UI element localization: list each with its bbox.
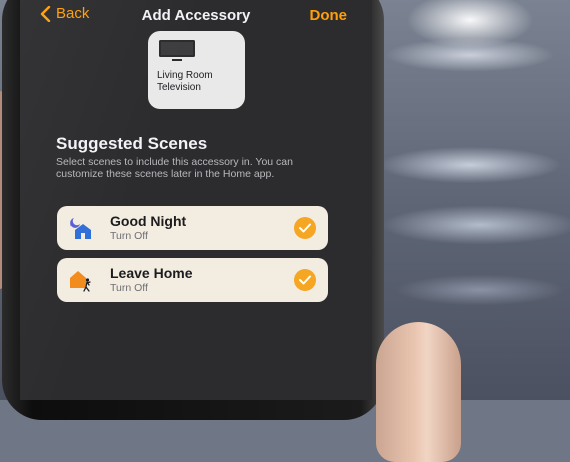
scene-status: Turn Off: [110, 282, 148, 294]
navigation-bar: Back Add Accessory Done: [20, 3, 372, 33]
done-button[interactable]: Done: [310, 7, 348, 24]
suggested-scenes-heading: Suggested Scenes: [56, 134, 208, 153]
leave-home-icon: [70, 271, 91, 292]
right-finger: [376, 322, 461, 462]
phone-screen: Back Add Accessory Done Living Room Tele…: [20, 0, 372, 400]
accessory-tile[interactable]: Living Room Television: [148, 31, 245, 109]
tv-icon: [159, 40, 195, 61]
add-accessory-sheet: Back Add Accessory Done Living Room Tele…: [20, 0, 372, 400]
scene-status: Turn Off: [110, 230, 148, 242]
scene-good-night[interactable]: Good Night Turn Off: [57, 206, 328, 250]
checkmark-icon[interactable]: [294, 269, 316, 291]
suggested-scenes-description: Select scenes to include this accessory …: [56, 156, 293, 180]
scene-name: Good Night: [110, 213, 187, 229]
checkmark-icon[interactable]: [294, 217, 316, 239]
good-night-icon: [70, 218, 91, 239]
phone-body: Back Add Accessory Done Living Room Tele…: [2, 0, 384, 420]
accessory-name: Living Room Television: [157, 70, 213, 93]
scene-name: Leave Home: [110, 265, 193, 281]
scene-leave-home[interactable]: Leave Home Turn Off: [57, 258, 328, 302]
